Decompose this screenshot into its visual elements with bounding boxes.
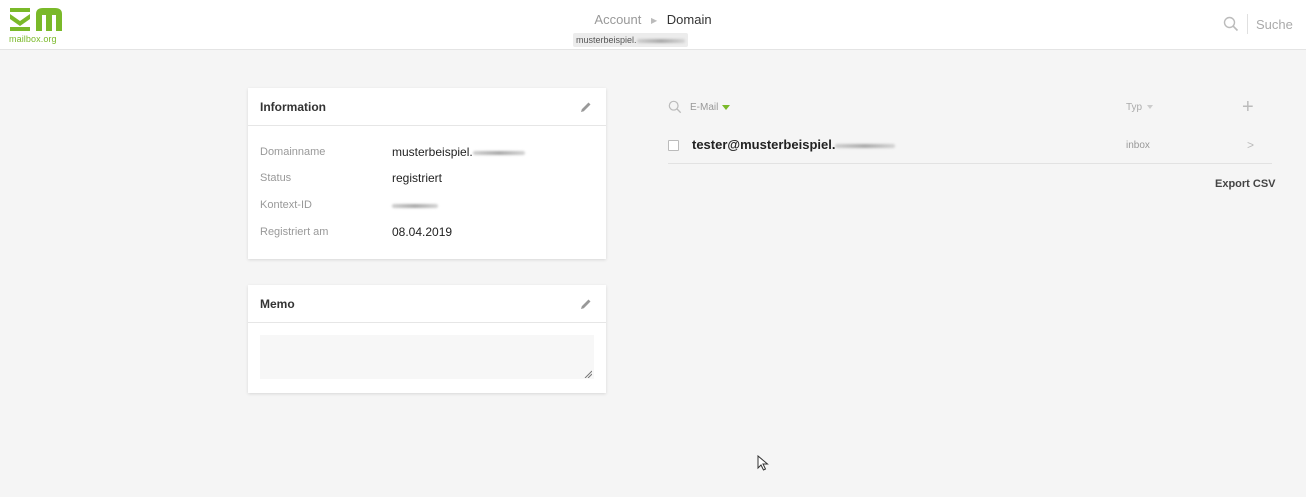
info-value: 08.04.2019	[392, 225, 453, 239]
add-icon[interactable]: +	[1242, 97, 1254, 117]
type-column-label: Typ	[1126, 102, 1143, 113]
caret-down-icon	[722, 104, 731, 110]
row-email: tester@musterbeispiel.	[692, 137, 896, 152]
email-list-header: E-Mail Typ +	[668, 97, 1274, 118]
breadcrumb-domain: Domain	[666, 12, 712, 27]
domain-subtitle-text: musterbeispiel.	[576, 35, 637, 45]
info-row-status: Status registriert	[260, 171, 590, 188]
info-value	[392, 198, 438, 212]
caret-down-icon	[1147, 105, 1154, 110]
info-value-text: musterbeispiel.	[392, 145, 473, 159]
info-label: Domainname	[260, 146, 326, 158]
info-label: Registriert am	[260, 226, 329, 238]
info-label: Status	[260, 172, 292, 184]
export-csv-button[interactable]: Export CSV	[1215, 178, 1276, 190]
row-checkbox[interactable]	[668, 140, 679, 151]
search-box	[1223, 14, 1294, 34]
search-input[interactable]	[1256, 16, 1294, 32]
email-column-label: E-Mail	[690, 102, 719, 113]
info-value: registriert	[392, 171, 443, 185]
row-email-text: tester@musterbeispiel.	[692, 137, 836, 152]
domain-subtitle: musterbeispiel.	[573, 33, 688, 47]
top-bar: mailbox.org Account ▶ Domain musterbeisp…	[0, 0, 1306, 50]
information-card-header: Information	[248, 88, 606, 126]
redacted-text	[636, 38, 685, 43]
information-card: Information Domainname musterbeispiel. S…	[248, 88, 606, 259]
table-row[interactable]: tester@musterbeispiel. inbox >	[668, 136, 1272, 164]
redacted-text	[392, 203, 438, 208]
row-type: inbox	[1126, 140, 1150, 151]
chevron-right-icon[interactable]: >	[1247, 138, 1254, 152]
breadcrumb-account[interactable]: Account	[594, 12, 641, 27]
breadcrumb-separator-icon: ▶	[651, 16, 658, 25]
information-card-title: Information	[260, 100, 326, 114]
memo-card-header: Memo	[248, 285, 606, 323]
memo-textarea[interactable]	[260, 335, 594, 379]
search-divider	[1247, 14, 1248, 34]
edit-pencil-icon[interactable]	[580, 101, 592, 113]
memo-card-title: Memo	[260, 297, 295, 311]
breadcrumb: Account ▶ Domain	[0, 12, 1306, 27]
mouse-cursor-icon	[757, 455, 769, 471]
logo-text: mailbox.org	[9, 34, 57, 44]
info-row-kontext-id: Kontext-ID	[260, 199, 590, 215]
info-value: musterbeispiel.	[392, 145, 525, 159]
search-icon[interactable]	[1223, 16, 1239, 32]
info-row-domainname: Domainname musterbeispiel.	[260, 145, 590, 162]
email-column-sort[interactable]: E-Mail	[690, 102, 731, 113]
memo-card: Memo	[248, 285, 606, 393]
type-column-sort[interactable]: Typ	[1126, 102, 1154, 113]
info-row-registriert-am: Registriert am 08.04.2019	[260, 225, 590, 242]
search-icon[interactable]	[668, 100, 682, 114]
redacted-text	[472, 150, 525, 155]
edit-pencil-icon[interactable]	[580, 298, 592, 310]
info-label: Kontext-ID	[260, 199, 312, 211]
resize-grip-icon[interactable]	[584, 370, 592, 378]
redacted-text	[835, 143, 896, 148]
